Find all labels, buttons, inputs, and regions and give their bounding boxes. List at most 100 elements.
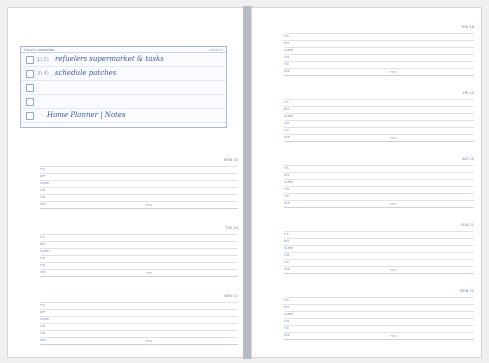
total-label: TOT — [146, 339, 153, 343]
ruled-line — [40, 302, 238, 303]
day-label: SAT 20 — [461, 157, 474, 161]
ruled-line — [284, 252, 474, 253]
total-label: TOT — [146, 203, 153, 207]
ruled-line — [40, 309, 238, 310]
row-label: T/R — [40, 331, 45, 335]
row-label: C/B — [284, 187, 290, 191]
day-block: MON 15 F/S RFT SLEEP C/B T/R W/E TOT — [40, 158, 238, 220]
ruled-line — [284, 40, 474, 41]
row-label: SLEEP — [40, 249, 50, 253]
row-label: F/S — [284, 34, 289, 38]
row-label: W/E — [284, 333, 290, 337]
row-label: W/E — [284, 201, 290, 205]
ruled-line — [40, 248, 238, 249]
row-label: SLEEP — [40, 317, 50, 321]
row-label: RFT — [40, 310, 46, 314]
ruled-line — [284, 304, 474, 305]
ruled-line — [284, 127, 474, 128]
ruled-line — [284, 172, 474, 173]
row-label: W/E — [284, 135, 290, 139]
ruled-line — [284, 311, 474, 312]
day-block: WED 17 F/S RFT SLEEP C/B T/R W/E TOT — [40, 294, 238, 356]
total-label: TOT — [146, 271, 153, 275]
row-label: T/R — [40, 263, 45, 267]
document-viewer: TODAY'S PRIORITIES PRIORITY 1) 2) refuel… — [0, 0, 489, 363]
todo-title: TODAY'S PRIORITIES — [24, 48, 55, 52]
row-label: C/B — [284, 121, 290, 125]
row-label: T/R — [284, 194, 289, 198]
todo-checkbox[interactable] — [26, 56, 34, 64]
row-label: T/R — [284, 260, 289, 264]
page-gutter — [243, 6, 252, 359]
row-label: C/B — [284, 319, 290, 323]
ruled-line — [40, 344, 238, 345]
todo-checkbox[interactable] — [26, 70, 34, 78]
day-label: SUN 21 — [461, 223, 474, 227]
row-label: T/R — [40, 195, 45, 199]
ruled-line — [284, 332, 474, 333]
ruled-line — [40, 241, 238, 242]
ruled-line — [284, 186, 474, 187]
ruled-line — [284, 99, 474, 100]
row-label: T/R — [284, 128, 289, 132]
ruled-line — [284, 325, 474, 326]
day-label: MON 15 — [224, 158, 238, 162]
ruled-line — [284, 245, 474, 246]
ruled-line — [284, 207, 474, 208]
ruled-line — [284, 134, 474, 135]
day-label: WED 17 — [224, 294, 238, 298]
row-label: W/E — [40, 270, 46, 274]
left-page: TODAY'S PRIORITIES PRIORITY 1) 2) refuel… — [8, 8, 243, 357]
total-label: TOT — [390, 334, 397, 338]
row-label: SLEEP — [284, 312, 294, 316]
todo-text: refuelers supermarket & tasks — [55, 55, 164, 63]
day-block: THU 18 F/S RFT SLEEP C/B T/R W/E TOT — [284, 25, 474, 85]
ruled-line — [40, 269, 238, 270]
ruled-line — [284, 266, 474, 267]
todo-list: TODAY'S PRIORITIES PRIORITY 1) 2) refuel… — [20, 46, 227, 128]
ruled-line — [40, 173, 238, 174]
row-label: C/B — [284, 55, 290, 59]
ruled-line — [284, 273, 474, 274]
ruled-line — [284, 120, 474, 121]
todo-text: Home Planner | Notes — [47, 111, 126, 119]
todo-checkbox[interactable] — [26, 84, 34, 92]
day-label: FRI 19 — [462, 91, 474, 95]
day-label: MON 22 — [460, 289, 474, 293]
day-block: MON 22 F/S RFT SLEEP C/B T/R W/E TOT — [284, 289, 474, 349]
ruled-line — [40, 337, 238, 338]
ruled-line — [284, 68, 474, 69]
day-block: SUN 21 F/S RFT SLEEP C/B T/R W/E TOT — [284, 223, 474, 283]
ruled-line — [284, 141, 474, 142]
ruled-line — [40, 194, 238, 195]
ruled-line — [40, 316, 238, 317]
row-label: RFT — [40, 242, 46, 246]
row-label: SLEEP — [284, 48, 294, 52]
todo-checkbox[interactable] — [26, 98, 34, 106]
row-label: F/S — [40, 167, 45, 171]
ruled-line — [40, 234, 238, 235]
ruled-line — [40, 208, 238, 209]
day-block: FRI 19 F/S RFT SLEEP C/B T/R W/E TOT — [284, 91, 474, 151]
ruled-line — [40, 166, 238, 167]
total-label: TOT — [390, 136, 397, 140]
ruled-line — [284, 54, 474, 55]
row-label: RFT — [40, 174, 46, 178]
todo-row — [21, 81, 226, 95]
total-label: TOT — [390, 70, 397, 74]
todo-checkbox[interactable] — [26, 112, 34, 120]
ruled-line — [284, 318, 474, 319]
todo-number: 3) 4) — [37, 71, 49, 77]
row-label: T/R — [284, 62, 289, 66]
row-label: C/B — [40, 324, 46, 328]
ruled-line — [40, 180, 238, 181]
ruled-line — [284, 297, 474, 298]
ruled-line — [284, 47, 474, 48]
row-label: RFT — [284, 107, 290, 111]
ruled-line — [284, 33, 474, 34]
row-label: W/E — [40, 338, 46, 342]
todo-number: 1) 2) — [37, 57, 49, 63]
ruled-line — [40, 255, 238, 256]
ruled-line — [284, 179, 474, 180]
ruled-line — [284, 259, 474, 260]
